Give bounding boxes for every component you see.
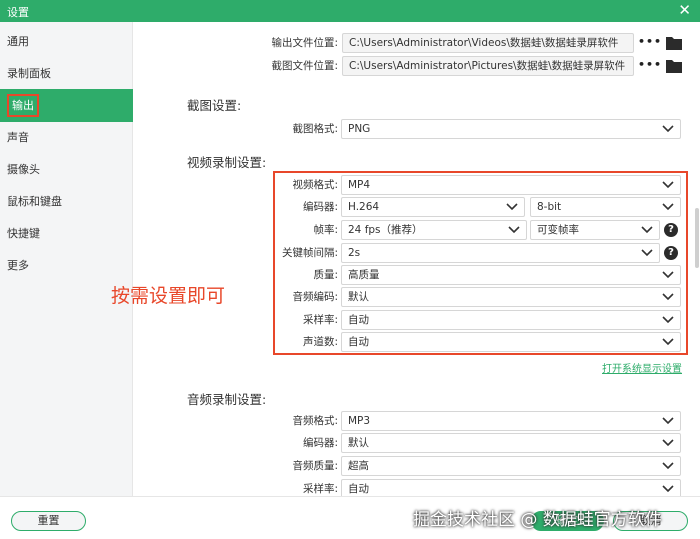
folder-icon[interactable] (666, 59, 682, 73)
chevron-down-icon (662, 417, 674, 425)
channels-select[interactable]: 自动 (341, 332, 681, 352)
window-title: 设置 (7, 6, 29, 19)
video-encoder-select[interactable]: H.264 (341, 197, 525, 217)
encoder-label: 编码器: (302, 201, 338, 213)
reset-button[interactable]: 重置 (11, 511, 86, 531)
chevron-down-icon (662, 125, 674, 133)
keyframe-help-icon[interactable]: ? (664, 246, 678, 260)
sidebar-item-label: 通用 (7, 35, 29, 48)
quality-select[interactable]: 高质量 (341, 265, 681, 285)
sidebar-item-label: 快捷键 (7, 227, 40, 240)
folder-icon[interactable] (666, 36, 682, 50)
close-icon[interactable]: ✕ (678, 1, 691, 19)
video-format-label: 视频格式: (292, 179, 338, 191)
screenshot-format-label: 截图格式: (292, 123, 338, 135)
audio-sample-rate-label: 采样率: (302, 483, 338, 495)
sidebar-item-camera[interactable]: 摄像头 (0, 153, 133, 186)
audio-format-select[interactable]: MP3 (341, 411, 681, 431)
sample-rate-select[interactable]: 自动 (341, 310, 681, 330)
chevron-down-icon (662, 181, 674, 189)
browse-screenshot-location-button[interactable]: ••• (635, 56, 665, 76)
sidebar-item-hotkeys[interactable]: 快捷键 (0, 217, 133, 250)
sidebar-item-label: 输出 (7, 94, 39, 117)
annotation-note: 按需设置即可 (111, 285, 226, 307)
bit-depth-select[interactable]: 8-bit (530, 197, 681, 217)
frame-rate-label: 帧率: (313, 224, 338, 236)
sample-rate-label: 采样率: (302, 314, 338, 326)
sidebar-item-output[interactable]: 输出 (0, 89, 133, 122)
sidebar-item-general[interactable]: 通用 (0, 25, 133, 58)
chevron-down-icon (662, 203, 674, 211)
chevron-down-icon (641, 249, 653, 257)
chevron-down-icon (662, 338, 674, 346)
screenshot-format-select[interactable]: PNG (341, 119, 681, 139)
sidebar-item-label: 更多 (7, 259, 29, 272)
browse-video-location-button[interactable]: ••• (635, 33, 665, 53)
chevron-down-icon (662, 462, 674, 470)
audio-quality-label: 音频质量: (292, 460, 338, 472)
audio-rec-encoder-select[interactable]: 默认 (341, 433, 681, 453)
audio-format-label: 音频格式: (292, 415, 338, 427)
sidebar-item-label: 鼠标和键盘 (7, 195, 62, 208)
audio-settings-title: 音频录制设置: (187, 392, 267, 407)
audio-encoder-select[interactable]: 默认 (341, 287, 681, 307)
cancel-button[interactable]: 取消 (613, 511, 688, 531)
audio-encoder2-label: 编码器: (302, 437, 338, 449)
video-location-field[interactable]: C:\Users\Administrator\Videos\数据蛙\数据蛙录屏软… (342, 33, 634, 53)
chevron-down-icon (641, 226, 653, 234)
video-settings-title: 视频录制设置: (187, 155, 267, 170)
sidebar: 通用 录制面板 输出 声音 摄像头 鼠标和键盘 快捷键 更多 (0, 22, 133, 496)
footer: 重置 确定 取消 (0, 496, 700, 539)
sidebar-item-sound[interactable]: 声音 (0, 121, 133, 154)
keyframe-interval-label: 关键帧间隔: (281, 247, 338, 259)
chevron-down-icon (662, 439, 674, 447)
keyframe-interval-select[interactable]: 2s (341, 243, 660, 263)
settings-content: 输出文件位置: C:\Users\Administrator\Videos\数据… (134, 22, 700, 496)
chevron-down-icon (662, 271, 674, 279)
title-bar: 设置 ✕ (0, 0, 700, 22)
screenshot-settings-title: 截图设置: (187, 98, 242, 113)
ok-button[interactable]: 确定 (531, 511, 604, 531)
sidebar-item-record-panel[interactable]: 录制面板 (0, 57, 133, 90)
audio-quality-select[interactable]: 超高 (341, 456, 681, 476)
chevron-down-icon (662, 293, 674, 301)
chevron-down-icon (508, 226, 520, 234)
frame-rate-select[interactable]: 24 fps（推荐） (341, 220, 527, 240)
sidebar-item-mouse-keyboard[interactable]: 鼠标和键盘 (0, 185, 133, 218)
frame-rate-mode-select[interactable]: 可变帧率 (530, 220, 660, 240)
video-format-select[interactable]: MP4 (341, 175, 681, 195)
sidebar-item-label: 声音 (7, 131, 29, 144)
channels-label: 声道数: (302, 336, 338, 348)
scrollbar[interactable] (694, 22, 700, 496)
screenshot-location-field[interactable]: C:\Users\Administrator\Pictures\数据蛙\数据蛙录… (342, 56, 634, 76)
video-location-label: 输出文件位置: (271, 37, 338, 49)
sidebar-item-more[interactable]: 更多 (0, 249, 133, 282)
sidebar-item-label: 摄像头 (7, 163, 40, 176)
screenshot-location-label: 截图文件位置: (271, 60, 338, 72)
scroll-thumb[interactable] (695, 208, 699, 268)
frame-rate-help-icon[interactable]: ? (664, 223, 678, 237)
chevron-down-icon (662, 485, 674, 493)
chevron-down-icon (662, 316, 674, 324)
audio-sample-rate-select[interactable]: 自动 (341, 479, 681, 496)
open-display-settings-link[interactable]: 打开系统显示设置 (602, 360, 682, 375)
sidebar-item-label: 录制面板 (7, 67, 51, 80)
chevron-down-icon (506, 203, 518, 211)
